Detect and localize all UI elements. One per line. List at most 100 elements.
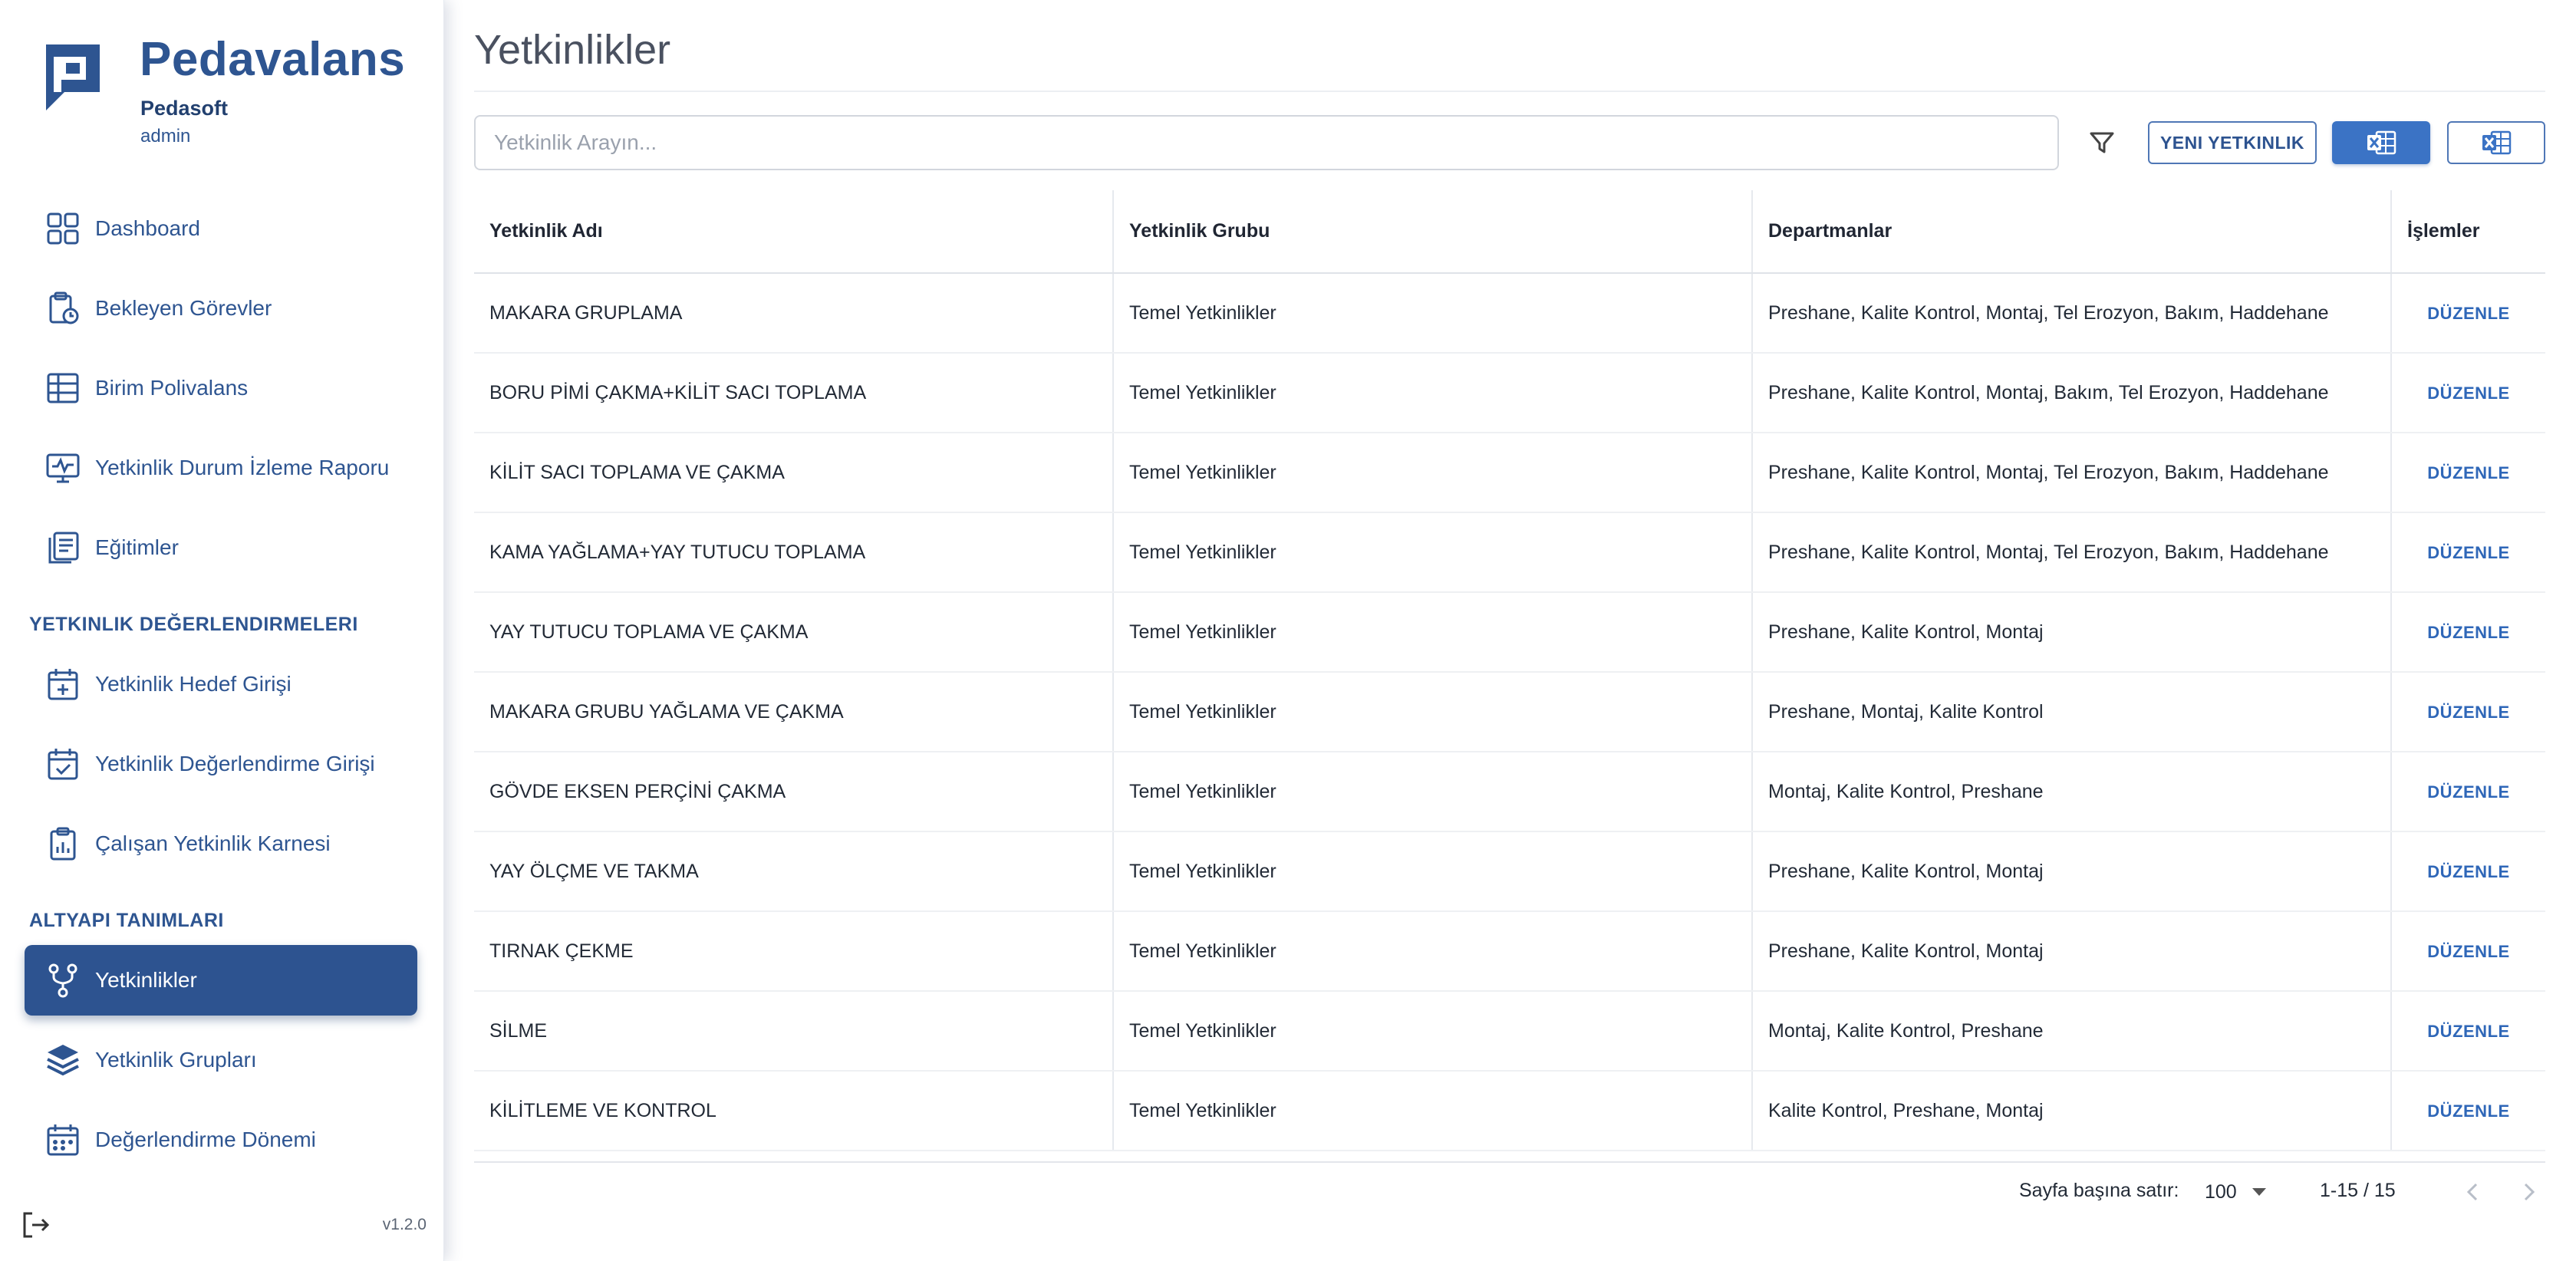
edit-button[interactable]: DÜZENLE — [2427, 862, 2509, 881]
cell-departments: Montaj, Kalite Kontrol, Preshane — [1752, 752, 2392, 832]
sidebar-item-pending-tasks[interactable]: Bekleyen Görevler — [25, 273, 417, 344]
cell-group: Temel Yetkinlikler — [1113, 991, 1753, 1072]
filter-icon[interactable] — [2085, 126, 2119, 160]
sidebar-item-target-entry[interactable]: Yetkinlik Hedef Girişi — [25, 649, 417, 719]
cell-name: TIRNAK ÇEKME — [474, 911, 1114, 992]
cell-actions: DÜZENLE — [2391, 991, 2545, 1072]
edit-button[interactable]: DÜZENLE — [2427, 543, 2509, 562]
sidebar-item-label: Eğitimler — [95, 535, 179, 559]
cell-departments: Kalite Kontrol, Preshane, Montaj — [1752, 1071, 2392, 1151]
sidebar-item-label: Yetkinlik Değerlendirme Girişi — [95, 752, 375, 775]
cell-departments: Preshane, Kalite Kontrol, Montaj, Tel Er… — [1752, 433, 2392, 513]
sidebar-item-evaluation-entry[interactable]: Yetkinlik Değerlendirme Girişi — [25, 729, 417, 799]
page-title: Yetkinlikler — [474, 27, 671, 73]
cell-group: Temel Yetkinlikler — [1113, 592, 1753, 673]
sidebar-item-label: Yetkinlik Durum İzleme Raporu — [95, 456, 390, 479]
cell-actions: DÜZENLE — [2391, 1071, 2545, 1151]
table-row: TIRNAK ÇEKME Temel Yetkinlikler Preshane… — [474, 911, 2545, 992]
sidebar-item-label: Dashboard — [95, 216, 200, 240]
cell-name: KAMA YAĞLAMA+YAY TUTUCU TOPLAMA — [474, 512, 1114, 593]
competency-table: Yetkinlik Adı Yetkinlik Grubu Departmanl… — [474, 190, 2545, 1163]
clipboard-clock-icon — [49, 291, 79, 324]
edit-button[interactable]: DÜZENLE — [2427, 1101, 2509, 1121]
sidebar-item-label: Yetkinlik Grupları — [95, 1048, 257, 1072]
sidebar-item-competencies[interactable]: Yetkinlikler — [25, 945, 417, 1016]
cell-name: YAY TUTUCU TOPLAMA VE ÇAKMA — [474, 592, 1114, 673]
cell-actions: DÜZENLE — [2391, 512, 2545, 593]
layers-icon — [47, 1045, 79, 1076]
edit-button[interactable]: DÜZENLE — [2427, 942, 2509, 961]
edit-button[interactable]: DÜZENLE — [2427, 703, 2509, 722]
logout-icon[interactable] — [20, 1209, 52, 1241]
section-title-evaluations: YETKINLIK DEĞERLENDIRMELERI — [29, 614, 358, 635]
column-header-departments[interactable]: Departmanlar — [1752, 190, 2392, 274]
cell-actions: DÜZENLE — [2391, 831, 2545, 912]
chevron-right-icon[interactable] — [2512, 1175, 2545, 1209]
edit-button[interactable]: DÜZENLE — [2427, 463, 2509, 482]
table-row: GÖVDE EKSEN PERÇİNİ ÇAKMA Temel Yetkinli… — [474, 752, 2545, 832]
cell-group: Temel Yetkinlikler — [1113, 911, 1753, 992]
sidebar-item-label: Birim Polivalans — [95, 376, 249, 400]
column-header-group[interactable]: Yetkinlik Grubu — [1113, 190, 1753, 274]
cell-departments: Preshane, Kalite Kontrol, Montaj, Bakım,… — [1752, 353, 2392, 433]
chevron-left-icon[interactable] — [2456, 1175, 2490, 1209]
sidebar-item-label: Yetkinlikler — [95, 968, 197, 992]
sidebar-item-employee-card[interactable]: Çalışan Yetkinlik Karnesi — [25, 808, 417, 879]
cell-group: Temel Yetkinlikler — [1113, 752, 1753, 832]
sidebar-item-label: Çalışan Yetkinlik Karnesi — [95, 831, 331, 855]
cell-group: Temel Yetkinlikler — [1113, 672, 1753, 752]
pedavalans-logo-icon — [44, 44, 100, 110]
cell-actions: DÜZENLE — [2391, 592, 2545, 673]
table-row: MAKARA GRUBU YAĞLAMA VE ÇAKMA Temel Yetk… — [474, 672, 2545, 752]
column-header-actions: İşlemler — [2391, 190, 2545, 274]
excel-icon — [2482, 130, 2512, 155]
table-row: KAMA YAĞLAMA+YAY TUTUCU TOPLAMA Temel Ye… — [474, 512, 2545, 593]
dashboard-grid-icon — [47, 212, 79, 245]
sidebar-item-label: Bekleyen Görevler — [95, 296, 272, 320]
cell-departments: Montaj, Kalite Kontrol, Preshane — [1752, 991, 2392, 1072]
table-row: MAKARA GRUPLAMA Temel Yetkinlikler Presh… — [474, 273, 2545, 354]
sidebar-item-dashboard[interactable]: Dashboard — [25, 193, 417, 264]
cell-actions: DÜZENLE — [2391, 672, 2545, 752]
sidebar-item-evaluation-period[interactable]: Değerlendirme Dönemi — [25, 1105, 417, 1175]
sidebar-item-unit-polyvalence[interactable]: Birim Polivalans — [25, 353, 417, 423]
app-version: v1.2.0 — [382, 1216, 427, 1233]
rows-per-page-select[interactable]: 100 — [2200, 1177, 2277, 1207]
rows-per-page-label: Sayfa başına satır: — [2019, 1180, 2179, 1201]
cell-departments: Preshane, Kalite Kontrol, Montaj — [1752, 831, 2392, 912]
edit-button[interactable]: DÜZENLE — [2427, 384, 2509, 403]
sidebar-item-competency-groups[interactable]: Yetkinlik Grupları — [25, 1025, 417, 1095]
cell-actions: DÜZENLE — [2391, 353, 2545, 433]
column-header-name[interactable]: Yetkinlik Adı — [474, 190, 1114, 274]
monitor-chart-icon — [46, 453, 80, 483]
cell-name: KİLİTLEME VE KONTROL — [474, 1071, 1114, 1151]
cell-group: Temel Yetkinlikler — [1113, 512, 1753, 593]
cell-name: MAKARA GRUPLAMA — [474, 273, 1114, 354]
edit-button[interactable]: DÜZENLE — [2427, 304, 2509, 323]
cell-name: KİLİT SACI TOPLAMA VE ÇAKMA — [474, 433, 1114, 513]
title-divider — [474, 91, 2545, 92]
excel-export-button[interactable] — [2332, 121, 2430, 164]
edit-button[interactable]: DÜZENLE — [2427, 782, 2509, 802]
edit-button[interactable]: DÜZENLE — [2427, 623, 2509, 642]
table-row: KİLİT SACI TOPLAMA VE ÇAKMA Temel Yetkin… — [474, 433, 2545, 513]
cell-name: MAKARA GRUBU YAĞLAMA VE ÇAKMA — [474, 672, 1114, 752]
cell-name: GÖVDE EKSEN PERÇİNİ ÇAKMA — [474, 752, 1114, 832]
edit-button[interactable]: DÜZENLE — [2427, 1022, 2509, 1041]
cell-group: Temel Yetkinlikler — [1113, 273, 1753, 354]
sidebar-item-label: Değerlendirme Dönemi — [95, 1128, 316, 1151]
brand-user: admin — [140, 126, 191, 147]
sidebar-item-status-report[interactable]: Yetkinlik Durum İzleme Raporu — [25, 433, 417, 503]
new-competency-button[interactable]: YENI YETKINLIK — [2148, 121, 2317, 164]
clipboard-chart-icon — [50, 827, 76, 861]
sidebar-item-trainings[interactable]: Eğitimler — [25, 512, 417, 583]
cell-group: Temel Yetkinlikler — [1113, 831, 1753, 912]
excel-import-button[interactable] — [2447, 121, 2545, 164]
page-range: 1-15 / 15 — [2320, 1180, 2396, 1201]
search-input[interactable] — [474, 115, 2059, 170]
table-row: YAY TUTUCU TOPLAMA VE ÇAKMA Temel Yetkin… — [474, 592, 2545, 673]
section-title-infrastructure: ALTYAPI TANIMLARI — [29, 910, 224, 931]
table-row: SİLME Temel Yetkinlikler Montaj, Kalite … — [474, 991, 2545, 1072]
cell-departments: Preshane, Kalite Kontrol, Montaj — [1752, 592, 2392, 673]
brand-org: Pedasoft — [140, 97, 229, 120]
